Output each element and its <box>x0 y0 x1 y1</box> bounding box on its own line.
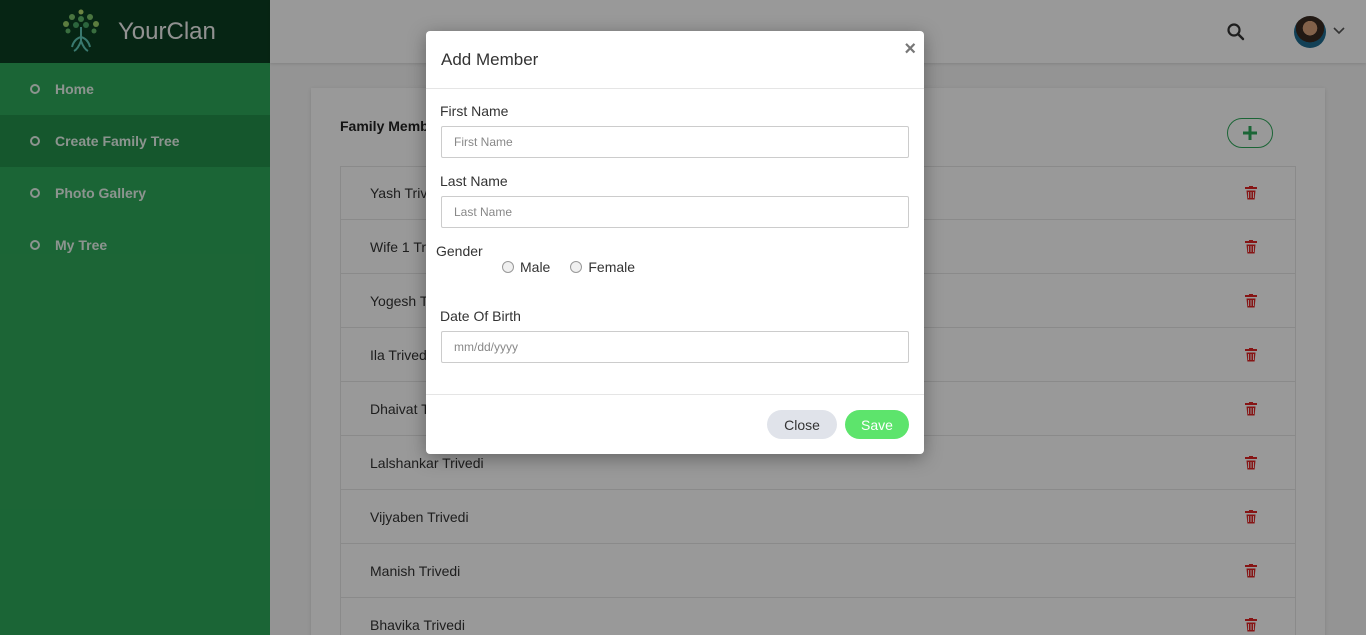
gender-female-option[interactable]: Female <box>570 259 635 275</box>
last-name-field[interactable] <box>441 196 909 228</box>
dob-field[interactable] <box>441 331 909 363</box>
modal-header: Add Member × <box>426 31 924 89</box>
add-member-modal: Add Member × First Name Last Name Gender… <box>426 31 924 454</box>
radio-female[interactable] <box>570 261 583 273</box>
gender-label: Gender <box>436 243 483 259</box>
dob-label: Date Of Birth <box>440 308 521 324</box>
gender-radio-group: Male Female <box>502 259 655 275</box>
gender-male-label: Male <box>520 259 551 275</box>
gender-female-label: Female <box>588 259 636 275</box>
close-icon[interactable]: × <box>904 39 916 59</box>
first-name-field[interactable] <box>441 126 909 158</box>
modal-footer: Close Save <box>426 394 924 454</box>
last-name-label: Last Name <box>440 173 508 189</box>
modal-title: Add Member <box>441 50 539 69</box>
gender-male-option[interactable]: Male <box>502 259 550 275</box>
close-button[interactable]: Close <box>767 410 837 439</box>
radio-male[interactable] <box>502 261 514 273</box>
save-button[interactable]: Save <box>845 410 909 439</box>
first-name-label: First Name <box>440 103 509 119</box>
